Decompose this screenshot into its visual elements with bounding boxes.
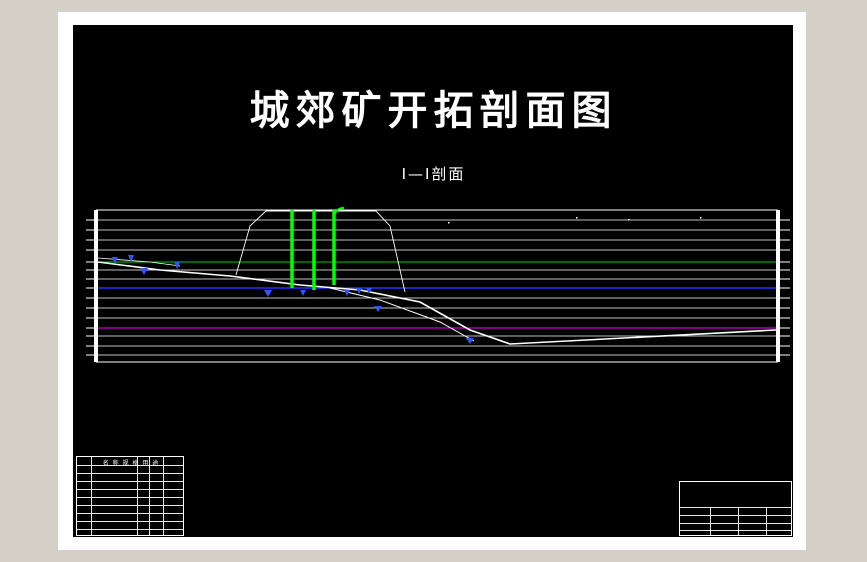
main-roadway xyxy=(97,261,777,345)
right-scale-ticks xyxy=(780,219,790,356)
branch-roadway xyxy=(329,287,475,342)
title-block xyxy=(679,481,792,536)
left-elevation-scale xyxy=(94,210,98,362)
legend-table: 名 称 规 格 用 途 xyxy=(76,456,184,536)
left-scale-ticks xyxy=(86,219,94,356)
right-elevation-scale xyxy=(776,210,780,362)
